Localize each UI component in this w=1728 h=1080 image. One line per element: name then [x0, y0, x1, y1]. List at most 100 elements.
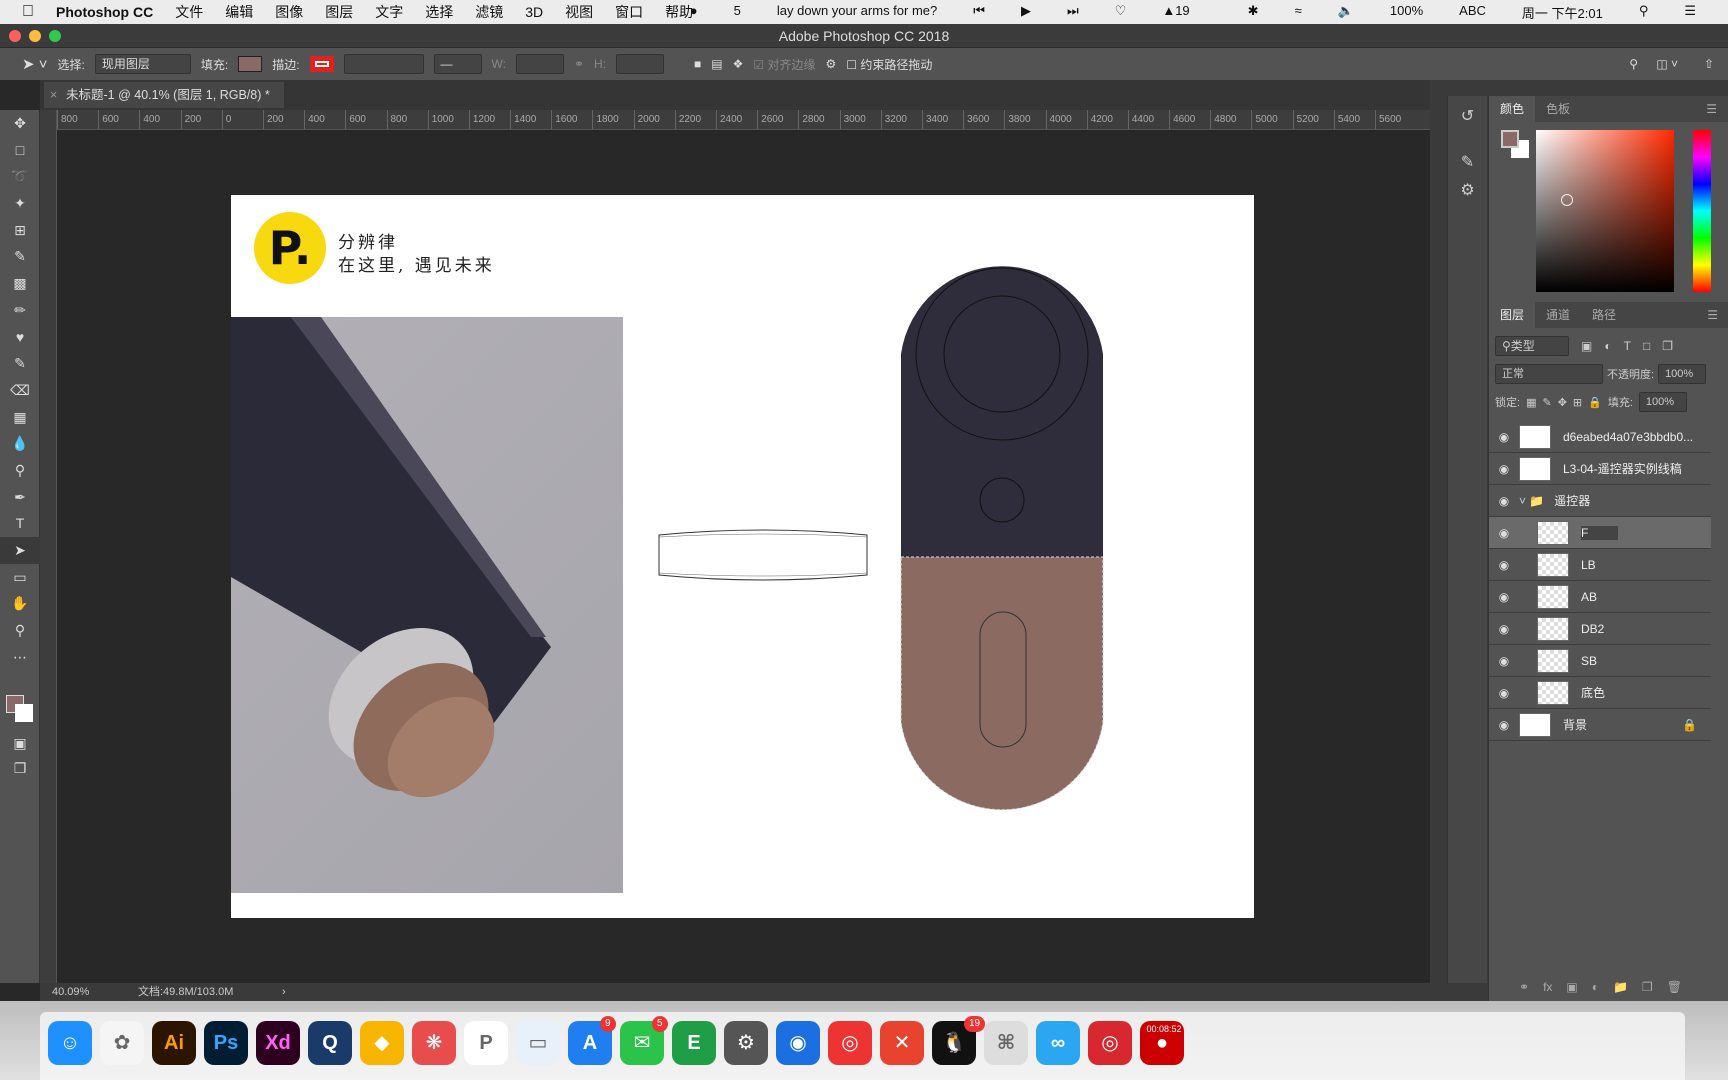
zoom-window-button[interactable]	[49, 30, 61, 42]
brush-tool-icon[interactable]: ✏	[0, 297, 40, 324]
next-icon[interactable]: ⏭	[1067, 3, 1079, 22]
dock-app-xmind[interactable]: ✕	[880, 1021, 924, 1065]
pen-tool-icon[interactable]: ✒	[0, 484, 40, 511]
spotlight-icon[interactable]: ⚲	[1639, 3, 1649, 22]
move-tool-icon[interactable]: ✥	[0, 110, 40, 137]
link-icon[interactable]: ⚭	[574, 57, 584, 71]
history-brush-icon[interactable]: ✎	[0, 350, 40, 377]
filter-type-icon[interactable]: T	[1624, 339, 1631, 353]
dock-app-finder[interactable]: ☺	[48, 1021, 92, 1065]
dock-app-picgo[interactable]: P	[464, 1021, 508, 1065]
dock-app-chrome[interactable]: ◎	[828, 1021, 872, 1065]
dock-app-quicktime[interactable]: Q	[308, 1021, 352, 1065]
color-field[interactable]	[1536, 130, 1674, 292]
search-icon[interactable]: ⚲	[1629, 57, 1638, 71]
tab-layers[interactable]: 图层	[1489, 302, 1536, 328]
filter-adjust-icon[interactable]: ◐	[1604, 339, 1611, 353]
rectangle-tool-icon[interactable]: ▭	[0, 564, 40, 591]
dock-app-photos[interactable]: ✿	[100, 1021, 144, 1065]
share-icon[interactable]: ⇧	[1704, 57, 1714, 71]
menu-edit[interactable]: 编辑	[225, 2, 253, 22]
visibility-eye-icon[interactable]: ◉	[1489, 654, 1519, 668]
prev-icon[interactable]: ⏮	[973, 3, 985, 22]
status-arrow-icon[interactable]: ›	[282, 983, 286, 1001]
height-input[interactable]	[616, 54, 665, 74]
workspace-icon[interactable]: ◫ ˅	[1656, 57, 1678, 71]
menu-filter[interactable]: 滤镜	[475, 2, 503, 22]
layer-filter-dropdown[interactable]: ⚲类型	[1495, 336, 1569, 356]
volume-icon[interactable]: 🔈	[1338, 3, 1354, 22]
document-tab[interactable]: × 未标题-1 @ 40.1% (图层 1, RGB/8) *	[44, 82, 284, 108]
tab-channels[interactable]: 通道	[1535, 302, 1581, 328]
tab-swatches[interactable]: 色板	[1535, 96, 1581, 122]
remote-control-drawing[interactable]	[900, 252, 1106, 826]
adjustment-layer-icon[interactable]: ◐	[1592, 980, 1599, 994]
menu-window[interactable]: 窗口	[615, 2, 643, 22]
hand-tool-icon[interactable]: ✋	[0, 590, 40, 617]
layer-row[interactable]: ◉ L3-04-遥控器实例线稿	[1489, 453, 1711, 485]
lock-transparency-icon[interactable]: ▦	[1526, 396, 1536, 409]
blur-tool-icon[interactable]: 💧	[0, 430, 40, 457]
dock-app-xmind-zen[interactable]: ∞	[1036, 1021, 1080, 1065]
adjustments-icon[interactable]: ⚙	[1448, 180, 1487, 200]
filter-pixel-icon[interactable]: ▣	[1581, 339, 1592, 353]
bluetooth-icon[interactable]: ✱	[1248, 3, 1259, 22]
minimize-window-button[interactable]	[29, 30, 41, 42]
lock-position-icon[interactable]: ✥	[1558, 396, 1567, 409]
menu-layer[interactable]: 图层	[325, 2, 353, 22]
dock-app-netease-music[interactable]: ◎	[1088, 1021, 1132, 1065]
layer-row[interactable]: ◉ 背景 🔒	[1489, 709, 1711, 741]
type-tool-icon[interactable]: T	[0, 510, 40, 537]
background-color-swatch[interactable]	[15, 704, 33, 722]
layer-row[interactable]: ◉ AB	[1489, 581, 1711, 613]
dock-app-safari[interactable]: ◉	[776, 1021, 820, 1065]
dock-app-klokki[interactable]: ❋	[412, 1021, 456, 1065]
blend-mode-dropdown[interactable]: 正常	[1495, 364, 1603, 384]
menu-view[interactable]: 视图	[565, 2, 593, 22]
visibility-eye-icon[interactable]: ◉	[1489, 494, 1519, 508]
more-tools-icon[interactable]: ⋯	[0, 644, 40, 671]
fx-icon[interactable]: fx	[1543, 980, 1552, 994]
path-arrange-icon[interactable]: ❖	[733, 57, 744, 71]
filter-smart-icon[interactable]: ❐	[1662, 339, 1673, 353]
history-icon[interactable]: ↺	[1448, 106, 1487, 126]
battery-percent[interactable]: 100%	[1390, 3, 1423, 22]
lock-pixels-icon[interactable]: ✎	[1542, 396, 1551, 409]
app-menu[interactable]: Photoshop CC	[56, 4, 153, 20]
layer-row[interactable]: ◉ LB	[1489, 549, 1711, 581]
close-window-button[interactable]	[9, 30, 21, 42]
input-source[interactable]: ABC	[1459, 3, 1486, 22]
layer-name[interactable]: F	[1581, 525, 1619, 540]
crop-tool-icon[interactable]: ⊞	[0, 217, 40, 244]
dock-app-xd[interactable]: Xd	[256, 1021, 300, 1065]
hue-slider[interactable]	[1693, 130, 1711, 292]
zoom-level[interactable]: 40.09%	[52, 983, 89, 1001]
list-icon[interactable]: ☰	[1684, 3, 1696, 22]
fill-swatch[interactable]	[238, 56, 263, 72]
path-align-icon[interactable]: ▤	[711, 57, 722, 71]
dock-app-ps[interactable]: Ps	[204, 1021, 248, 1065]
visibility-eye-icon[interactable]: ◉	[1489, 622, 1519, 636]
dock-app-evernote[interactable]: E	[672, 1021, 716, 1065]
dodge-tool-icon[interactable]: ⚲	[0, 457, 40, 484]
visibility-eye-icon[interactable]: ◉	[1489, 718, 1519, 732]
fill-input[interactable]: 100%	[1638, 392, 1687, 412]
visibility-eye-icon[interactable]: ◉	[1489, 462, 1519, 476]
visibility-eye-icon[interactable]: ◉	[1489, 430, 1519, 444]
lasso-tool-icon[interactable]: ➰	[0, 163, 40, 190]
link-layers-icon[interactable]: ⚭	[1519, 980, 1529, 994]
tab-color[interactable]: 颜色	[1489, 96, 1536, 122]
clock[interactable]: 周一 下午2:01	[1522, 3, 1603, 22]
visibility-eye-icon[interactable]: ◉	[1489, 558, 1519, 572]
stroke-width-dropdown[interactable]	[343, 54, 424, 74]
path-select-tool-icon[interactable]: ➤ ˅	[22, 55, 48, 73]
dock-app-system-preferences[interactable]: ⚙	[724, 1021, 768, 1065]
panel-menu-icon[interactable]: ☰	[1696, 302, 1728, 328]
close-tab-icon[interactable]: ×	[50, 82, 57, 108]
layer-row[interactable]: ◉ 底色	[1489, 677, 1711, 709]
menu-select[interactable]: 选择	[425, 2, 453, 22]
zoom-tool-icon[interactable]: ⚲	[0, 617, 40, 644]
lock-all-icon[interactable]: 🔒	[1588, 396, 1602, 409]
dock-app-sketch[interactable]: ◆	[360, 1021, 404, 1065]
flat-outline-shape[interactable]	[655, 525, 875, 590]
